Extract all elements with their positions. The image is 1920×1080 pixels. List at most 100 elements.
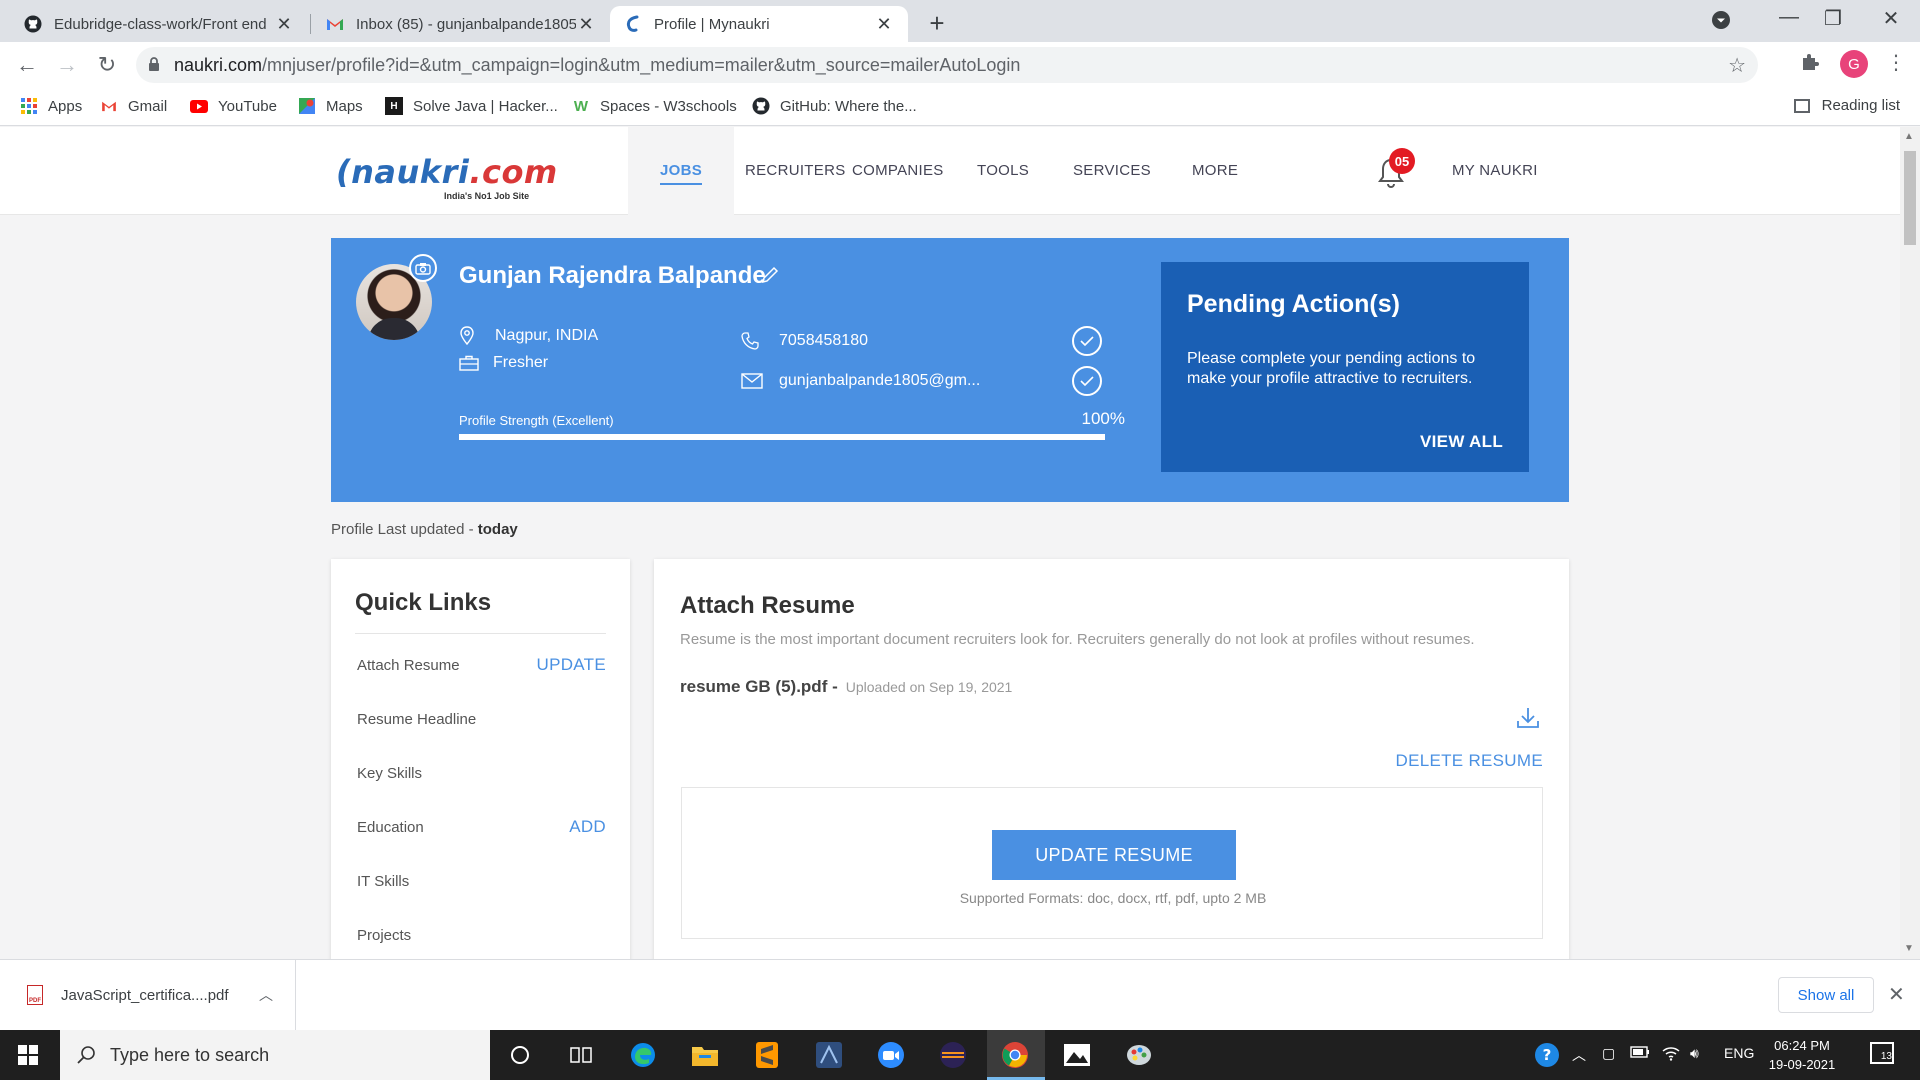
eclipse-ide-icon[interactable]	[937, 1039, 969, 1071]
youtube-icon	[190, 97, 208, 115]
scroll-up-arrow-icon[interactable]: ▲	[1904, 131, 1914, 142]
quick-link-key-skills[interactable]: Key Skills	[355, 746, 606, 800]
location-text: Nagpur, INDIA	[495, 327, 599, 344]
action-center-icon[interactable]: 13	[1870, 1042, 1894, 1064]
quick-link-attach-resume[interactable]: Attach Resume UPDATE	[355, 638, 606, 692]
file-explorer-icon[interactable]	[689, 1039, 721, 1071]
quick-link-label[interactable]: Key Skills	[357, 765, 422, 782]
language-indicator[interactable]: ENG	[1724, 1045, 1754, 1061]
quick-link-label[interactable]: Attach Resume	[357, 657, 460, 674]
minimize-icon[interactable]: —	[1774, 6, 1804, 29]
show-all-downloads-button[interactable]: Show all	[1778, 977, 1874, 1013]
scroll-down-arrow-icon[interactable]: ▼	[1904, 943, 1914, 954]
windows-taskbar: Type here to search ? ︿ ▢ 🔊︎ ENG 06:24 P…	[0, 1030, 1920, 1080]
task-view-icon[interactable]	[565, 1039, 597, 1071]
new-tab-button[interactable]: +	[922, 8, 952, 39]
reload-icon[interactable]: ↻	[92, 52, 122, 78]
camera-icon[interactable]	[409, 254, 437, 282]
restore-icon[interactable]: ❐	[1818, 6, 1848, 31]
url-bar[interactable]: naukri.com/mnjuser/profile?id=&utm_campa…	[136, 47, 1758, 83]
close-tab-icon[interactable]: ✕	[274, 14, 294, 35]
extensions-puzzle-icon[interactable]	[1800, 52, 1820, 78]
bookmark-w3schools[interactable]: W Spaces - W3schools	[572, 97, 737, 115]
tab-divider	[310, 14, 311, 34]
download-filename[interactable]: JavaScript_certifica....pdf	[61, 987, 229, 1004]
maps-icon	[298, 97, 316, 115]
close-downloads-icon[interactable]: ✕	[1888, 982, 1905, 1007]
forward-icon[interactable]: →	[52, 52, 82, 78]
bookmark-gmail[interactable]: Gmail	[100, 97, 167, 115]
profile-strength-percent: 100%	[1081, 409, 1125, 428]
quick-link-label[interactable]: Education	[357, 819, 424, 836]
quick-link-label[interactable]: Resume Headline	[357, 711, 476, 728]
quick-link-education[interactable]: Education ADD	[355, 800, 606, 854]
quick-link-label[interactable]: IT Skills	[357, 873, 409, 890]
close-tab-icon[interactable]: ✕	[576, 14, 596, 35]
show-hidden-icons-chevron-icon[interactable]: ︿	[1572, 1045, 1586, 1065]
bookmarks-bar: Apps Gmail YouTube Maps H Solve Java | H…	[0, 88, 1920, 126]
resume-filename[interactable]: resume GB (5).pdf -	[680, 677, 838, 697]
tab-search-icon[interactable]	[1706, 10, 1736, 36]
device-icon[interactable]: ▢	[1602, 1045, 1615, 1062]
nav-tools[interactable]: TOOLS	[977, 127, 1029, 215]
taskbar-search-box[interactable]: Type here to search	[60, 1030, 490, 1080]
bookmark-maps[interactable]: Maps	[298, 97, 363, 115]
zoom-app-icon[interactable]	[875, 1039, 907, 1071]
paint-app-icon[interactable]	[1123, 1039, 1155, 1071]
wifi-icon[interactable]	[1662, 1045, 1680, 1064]
windows-start-icon[interactable]	[18, 1045, 38, 1070]
profile-avatar[interactable]: G	[1840, 50, 1868, 78]
naukri-logo[interactable]: (naukri.com India's No1 Job Site	[336, 153, 558, 201]
browser-menu-icon[interactable]: ⋮	[1886, 50, 1906, 75]
bookmark-star-icon[interactable]: ☆	[1728, 53, 1746, 78]
chrome-icon[interactable]	[999, 1039, 1031, 1071]
app-shortcut-icon[interactable]	[813, 1039, 845, 1071]
photos-app-icon[interactable]	[1061, 1039, 1093, 1071]
view-all-link[interactable]: VIEW ALL	[1420, 432, 1503, 452]
sublime-text-icon[interactable]	[751, 1039, 783, 1071]
nav-jobs[interactable]: JOBS	[628, 127, 734, 215]
edge-browser-icon[interactable]	[627, 1039, 659, 1071]
chevron-up-icon[interactable]: ︿	[259, 985, 273, 1005]
page-scrollbar[interactable]: ▲ ▼	[1900, 127, 1920, 959]
update-resume-button[interactable]: UPDATE RESUME	[992, 830, 1236, 880]
download-item[interactable]: PDF JavaScript_certifica....pdf ︿	[0, 960, 296, 1030]
pending-actions-title: Pending Action(s)	[1187, 290, 1400, 318]
add-education-link[interactable]: ADD	[569, 817, 606, 837]
bookmark-apps[interactable]: Apps	[20, 97, 82, 115]
update-resume-link[interactable]: UPDATE	[537, 655, 607, 675]
nav-more[interactable]: MORE	[1192, 127, 1238, 215]
reading-list-button[interactable]: Reading list	[1793, 97, 1900, 114]
nav-services[interactable]: SERVICES	[1073, 127, 1151, 215]
profile-strength-label: Profile Strength (Excellent)	[459, 413, 614, 428]
battery-icon[interactable]	[1630, 1045, 1650, 1061]
tab-gmail[interactable]: Inbox (85) - gunjanbalpande1805 ✕	[312, 6, 610, 42]
nav-companies[interactable]: COMPANIES	[852, 127, 944, 215]
tab-naukri-profile[interactable]: Profile | Mynaukri ✕	[610, 6, 908, 42]
tab-github[interactable]: Edubridge-class-work/Front end ✕	[10, 6, 308, 42]
edit-pencil-icon[interactable]	[761, 266, 779, 289]
quick-link-it-skills[interactable]: IT Skills	[355, 854, 606, 908]
bookmark-hackerrank[interactable]: H Solve Java | Hacker...	[385, 97, 558, 115]
back-icon[interactable]: ←	[12, 52, 42, 78]
resume-upload-dropzone[interactable]: UPDATE RESUME Supported Formats: doc, do…	[681, 787, 1543, 939]
help-icon[interactable]: ?	[1534, 1042, 1560, 1071]
nav-my-naukri[interactable]: MY NAUKRI	[1452, 127, 1538, 215]
bookmark-github[interactable]: GitHub: Where the...	[752, 97, 917, 115]
download-icon[interactable]	[1516, 707, 1540, 734]
cortana-icon[interactable]	[504, 1039, 536, 1071]
taskbar-clock[interactable]: 06:24 PM 19-09-2021	[1762, 1036, 1842, 1074]
lock-icon[interactable]	[148, 56, 160, 74]
search-icon	[77, 1046, 95, 1064]
volume-icon[interactable]: 🔊︎	[1690, 1045, 1699, 1062]
delete-resume-link[interactable]: DELETE RESUME	[1396, 751, 1544, 771]
bookmark-youtube[interactable]: YouTube	[190, 97, 277, 115]
quick-link-label[interactable]: Projects	[357, 927, 411, 944]
attach-resume-title: Attach Resume	[680, 592, 855, 619]
window-close-icon[interactable]: ✕	[1876, 6, 1906, 31]
close-tab-icon[interactable]: ✕	[874, 14, 894, 35]
quick-link-resume-headline[interactable]: Resume Headline	[355, 692, 606, 746]
nav-recruiters[interactable]: RECRUITERS	[745, 127, 846, 215]
quick-link-projects[interactable]: Projects	[355, 908, 606, 959]
scrollbar-thumb[interactable]	[1904, 151, 1916, 245]
